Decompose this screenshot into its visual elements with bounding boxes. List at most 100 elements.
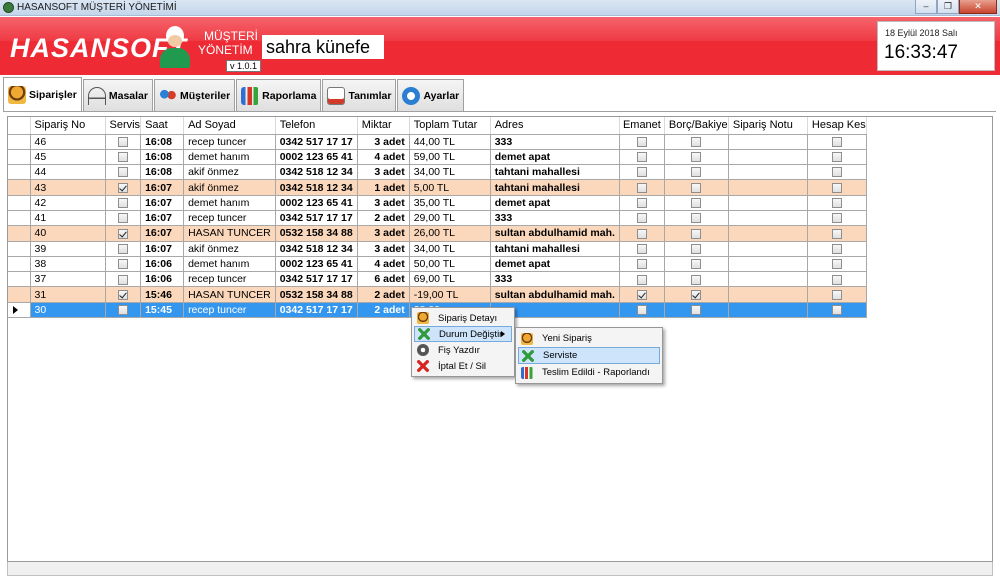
cell-adres[interactable]: 333	[490, 210, 620, 227]
maximize-button[interactable]: ❐	[937, 0, 959, 14]
cell-not[interactable]	[728, 179, 808, 196]
cell-adres[interactable]: demet apat	[490, 195, 620, 211]
cell-no[interactable]: 46	[30, 134, 106, 150]
cell-saat[interactable]: 16:07	[140, 195, 185, 211]
checkbox-emanet[interactable]	[636, 274, 647, 285]
checkbox-hesap[interactable]	[831, 213, 842, 224]
checkbox-servis[interactable]	[117, 259, 128, 270]
cell-tel[interactable]: 0532 158 34 88	[275, 286, 358, 303]
cell-tel[interactable]: 0532 158 34 88	[275, 225, 358, 242]
cell-ad[interactable]: akif önmez	[183, 179, 276, 196]
table-row[interactable]: 45 16:08 demet hanım 0002 123 65 41 4 adet 59…	[8, 149, 867, 166]
checkbox-hesap[interactable]	[831, 167, 842, 178]
cell-tel[interactable]: 0342 518 12 34	[275, 179, 358, 196]
cell-tel[interactable]: 0342 518 12 34	[275, 241, 358, 257]
cell-ad[interactable]: akif önmez	[183, 164, 276, 181]
checkbox-hesap[interactable]	[831, 305, 842, 316]
row-selector[interactable]	[8, 271, 31, 288]
checkbox-servis[interactable]	[117, 213, 128, 224]
cell-no[interactable]: 43	[30, 179, 106, 196]
column-header-ad-soyad[interactable]: Ad Soyad	[183, 117, 276, 135]
checkbox-hesap[interactable]	[831, 198, 842, 209]
checkbox-emanet[interactable]	[636, 305, 647, 316]
checkbox-servis[interactable]	[117, 182, 128, 193]
column-header-telefon[interactable]: Telefon	[275, 117, 358, 135]
menu-item-siparis-detayi[interactable]: Sipariş Detayı	[414, 310, 512, 326]
checkbox-servis[interactable]	[117, 305, 128, 316]
column-header-toplam-tutar[interactable]: Toplam Tutar	[409, 117, 491, 135]
checkbox-emanet[interactable]	[636, 182, 647, 193]
cell-miktar[interactable]: 3 adet	[357, 134, 410, 150]
checkbox-servis[interactable]	[117, 228, 128, 239]
column-header-siparis-no[interactable]: Sipariş No	[30, 117, 106, 135]
cell-no[interactable]: 41	[30, 210, 106, 227]
checkbox-hesap[interactable]	[831, 152, 842, 163]
checkbox-emanet[interactable]	[636, 198, 647, 209]
checkbox-borc[interactable]	[691, 198, 702, 209]
checkbox-emanet[interactable]	[636, 243, 647, 254]
row-selector[interactable]	[8, 302, 31, 319]
cell-not[interactable]	[728, 149, 808, 166]
cell-miktar[interactable]: 3 adet	[357, 241, 410, 257]
cell-tel[interactable]: 0342 517 17 17	[275, 302, 358, 319]
cell-ad[interactable]: HASAN TUNCER	[183, 225, 276, 242]
minimize-button[interactable]: –	[915, 0, 937, 14]
cell-adres[interactable]: tahtani mahallesi	[490, 179, 620, 196]
cell-tutar[interactable]: 69,00 TL	[409, 271, 491, 288]
cell-tutar[interactable]: 34,00 TL	[409, 164, 491, 181]
checkbox-borc[interactable]	[691, 167, 702, 178]
checkbox-servis[interactable]	[117, 136, 128, 147]
cell-not[interactable]	[728, 225, 808, 242]
menu-item-fis-yazdir[interactable]: Fiş Yazdır	[414, 342, 512, 358]
checkbox-servis[interactable]	[117, 274, 128, 285]
cell-adres[interactable]: demet apat	[490, 149, 620, 166]
row-selector[interactable]	[8, 149, 31, 166]
submenu-item-yeni-siparis[interactable]: Yeni Sipariş	[518, 330, 660, 347]
checkbox-servis[interactable]	[117, 289, 128, 300]
cell-no[interactable]: 31	[30, 286, 106, 303]
cell-tel[interactable]: 0342 518 12 34	[275, 164, 358, 181]
cell-adres[interactable]: tahtani mahallesi	[490, 241, 620, 257]
checkbox-hesap[interactable]	[831, 228, 842, 239]
cell-adres[interactable]: tahtani mahallesi	[490, 164, 620, 181]
checkbox-servis[interactable]	[117, 198, 128, 209]
cell-ad[interactable]: recep tuncer	[183, 134, 276, 150]
checkbox-hesap[interactable]	[831, 182, 842, 193]
row-selector[interactable]	[8, 256, 31, 273]
cell-tutar[interactable]: 35,00 TL	[409, 195, 491, 211]
table-row[interactable]: 46 16:08 recep tuncer 0342 517 17 17 3 adet 4…	[8, 134, 867, 150]
checkbox-borc[interactable]	[691, 259, 702, 270]
cell-tutar[interactable]: 59,00 TL	[409, 149, 491, 166]
cell-no[interactable]: 44	[30, 164, 106, 181]
column-header-hesap-kes[interactable]: Hesap Kes	[807, 117, 867, 135]
cell-no[interactable]: 40	[30, 225, 106, 242]
cell-miktar[interactable]: 2 adet	[357, 210, 410, 227]
column-header-siparis-notu[interactable]: Sipariş Notu	[728, 117, 808, 135]
cell-miktar[interactable]: 3 adet	[357, 195, 410, 211]
cell-saat[interactable]: 16:08	[140, 149, 185, 166]
checkbox-hesap[interactable]	[831, 289, 842, 300]
cell-no[interactable]: 37	[30, 271, 106, 288]
close-button[interactable]: ✕	[959, 0, 997, 14]
cell-not[interactable]	[728, 271, 808, 288]
cell-adres[interactable]: sultan abdulhamid mah.	[490, 286, 620, 303]
row-selector[interactable]	[8, 210, 31, 227]
cell-no[interactable]: 38	[30, 256, 106, 273]
checkbox-hesap[interactable]	[831, 274, 842, 285]
checkbox-servis[interactable]	[117, 167, 128, 178]
cell-saat[interactable]: 16:08	[140, 134, 185, 150]
checkbox-borc[interactable]	[691, 136, 702, 147]
cell-ad[interactable]: HASAN TUNCER	[183, 286, 276, 303]
cell-tutar[interactable]: 5,00 TL	[409, 179, 491, 196]
menu-item-durum-degistir[interactable]: Durum Değiştir	[414, 326, 512, 342]
column-header-saat[interactable]: Saat	[140, 117, 185, 135]
row-selector[interactable]	[8, 241, 31, 257]
row-selector[interactable]	[8, 164, 31, 181]
checkbox-emanet[interactable]	[636, 167, 647, 178]
table-row[interactable]: 44 16:08 akif önmez 0342 518 12 34 3 adet 34,…	[8, 164, 867, 181]
cell-saat[interactable]: 16:07	[140, 241, 185, 257]
cell-miktar[interactable]: 2 adet	[357, 286, 410, 303]
submenu-item-teslim-edildi[interactable]: Teslim Edildi - Raporlandı	[518, 364, 660, 381]
cell-no[interactable]: 30	[30, 302, 106, 319]
cell-not[interactable]	[728, 164, 808, 181]
